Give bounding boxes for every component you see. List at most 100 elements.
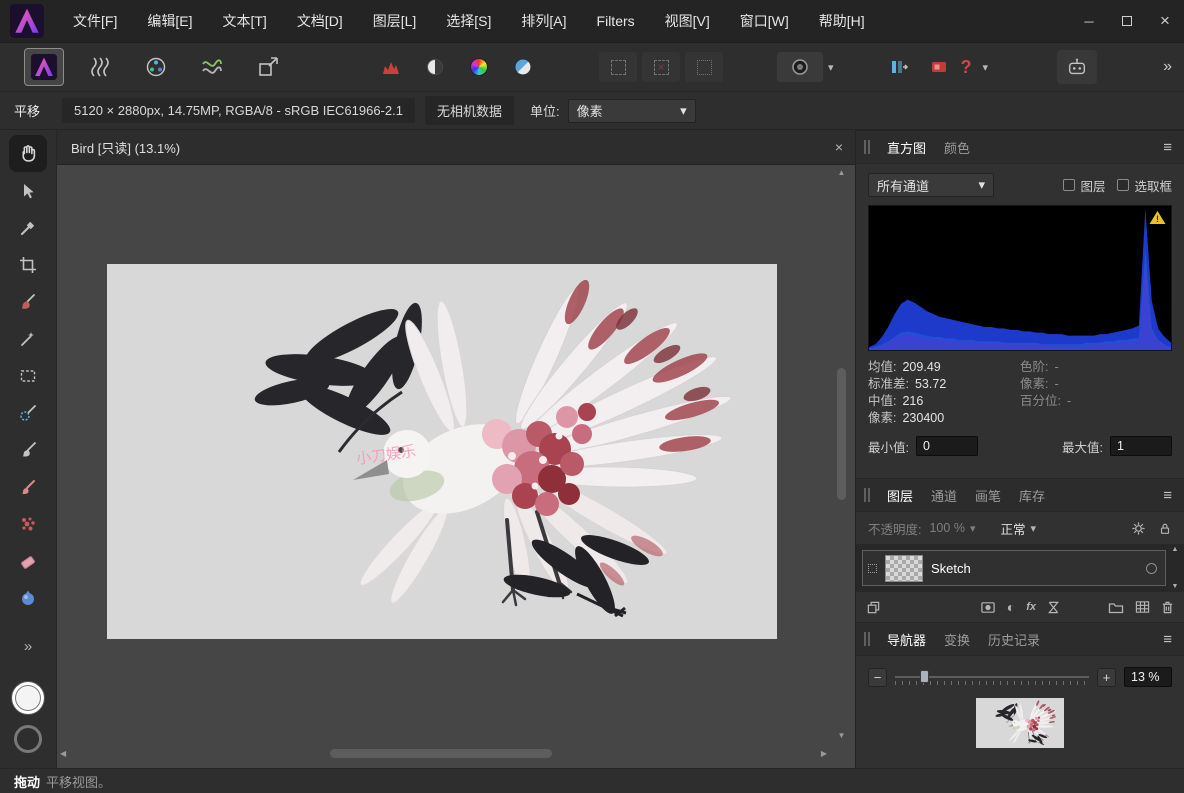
colour-replacement-tool[interactable]	[9, 468, 47, 505]
minimize-button[interactable]: ─	[1070, 0, 1108, 42]
assistant-manager-button[interactable]	[1057, 50, 1097, 84]
panel-menu-icon[interactable]: ≡	[1163, 139, 1172, 156]
close-button[interactable]: ×	[1146, 0, 1184, 42]
menu-filters[interactable]: Filters	[582, 0, 650, 42]
scroll-down-icon[interactable]: ▼	[834, 731, 849, 740]
group-layers-icon[interactable]	[1108, 600, 1124, 614]
paint-brush-tool[interactable]	[9, 431, 47, 468]
toolbar-overflow-button[interactable]: »	[1163, 58, 1172, 76]
delete-layer-icon[interactable]	[1161, 600, 1174, 615]
tab-layers[interactable]: 图层	[878, 486, 922, 505]
layer-thumbnail[interactable]	[885, 555, 923, 582]
tab-history[interactable]: 历史记录	[979, 630, 1049, 649]
tab-stock[interactable]: 库存	[1010, 486, 1054, 505]
layer-checkbox[interactable]	[1063, 179, 1075, 191]
liquify-persona-button[interactable]	[80, 48, 120, 86]
eraser-tool[interactable]	[9, 542, 47, 579]
assistant-button[interactable]: ?	[961, 57, 972, 78]
view-mode-chevron[interactable]: ▾	[823, 61, 839, 74]
maximize-button[interactable]	[1108, 0, 1146, 42]
gear-icon[interactable]	[1131, 521, 1146, 536]
document-tab[interactable]: Bird [只读] (13.1%) ×	[57, 130, 855, 165]
colour-selector[interactable]	[11, 681, 45, 715]
marquee-checkbox[interactable]	[1117, 179, 1129, 191]
menu-layer[interactable]: 图层[L]	[358, 0, 432, 42]
layer-row[interactable]: Sketch	[862, 550, 1166, 586]
max-input[interactable]	[1110, 436, 1172, 456]
document-close-icon[interactable]: ×	[835, 139, 843, 155]
zoom-in-button[interactable]: +	[1097, 668, 1116, 687]
channels-select[interactable]: 所有通道 ▾	[868, 173, 994, 197]
horizontal-scrollbar[interactable]: ◀ ▶	[60, 746, 827, 761]
auto-white-balance-button[interactable]	[503, 50, 543, 84]
zoom-slider-thumb[interactable]	[920, 670, 929, 683]
photo-persona-button[interactable]	[24, 48, 64, 86]
hand-tool[interactable]	[9, 135, 47, 172]
adjustment-layer-icon[interactable]: ◐	[1007, 600, 1015, 614]
crop-tool[interactable]	[9, 246, 47, 283]
panel-menu-icon[interactable]: ≡	[1163, 487, 1172, 504]
selection-new-button[interactable]	[599, 52, 637, 82]
tab-channels[interactable]: 通道	[922, 486, 966, 505]
vertical-scroll-thumb[interactable]	[837, 368, 846, 500]
units-select[interactable]: 像素 ▾	[568, 99, 696, 123]
zoom-slider[interactable]	[895, 669, 1089, 685]
tone-mapping-persona-button[interactable]	[192, 48, 232, 86]
menu-window[interactable]: 窗口[W]	[725, 0, 804, 42]
layer-visibility-toggle[interactable]	[1146, 563, 1157, 574]
export-persona-button[interactable]	[248, 48, 288, 86]
zoom-value-input[interactable]	[1124, 667, 1172, 687]
auto-contrast-button[interactable]	[415, 50, 455, 84]
horizontal-scroll-thumb[interactable]	[330, 749, 552, 758]
blend-mode-select[interactable]: 正常	[1000, 519, 1025, 538]
scroll-left-icon[interactable]: ◀	[60, 746, 66, 761]
tab-transform[interactable]: 变换	[935, 630, 979, 649]
scroll-down-icon[interactable]: ▼	[1172, 583, 1179, 590]
selection-subtract-button[interactable]: ×	[642, 52, 680, 82]
menu-document[interactable]: 文档[D]	[282, 0, 358, 42]
canvas-viewport[interactable]: 小刀娱乐 ▲ ▼ ◀ ▶	[57, 165, 855, 768]
view-mode-button[interactable]	[777, 52, 823, 82]
duplicate-layer-icon[interactable]	[866, 600, 881, 615]
navigator-thumbnail[interactable]	[976, 698, 1064, 748]
mask-layer-icon[interactable]	[980, 600, 996, 615]
move-tool[interactable]	[9, 172, 47, 209]
more-tools-button[interactable]: »	[24, 638, 32, 655]
blur-tool[interactable]	[9, 579, 47, 616]
layer-list-scrollbar[interactable]: ▲ ▼	[1169, 546, 1181, 590]
selection-intersect-button[interactable]	[685, 52, 723, 82]
flood-select-tool[interactable]	[9, 320, 47, 357]
scroll-up-icon[interactable]: ▲	[1172, 546, 1179, 553]
panel-menu-icon[interactable]: ≡	[1163, 631, 1172, 648]
layer-effects-icon[interactable]: fx	[1026, 601, 1036, 613]
tab-color[interactable]: 颜色	[935, 138, 979, 157]
lock-icon[interactable]	[1158, 521, 1172, 536]
tab-brushes[interactable]: 画笔	[966, 486, 1010, 505]
develop-persona-button[interactable]	[136, 48, 176, 86]
tab-histogram[interactable]: 直方图	[878, 138, 935, 157]
snapping-button[interactable]	[881, 48, 917, 86]
opacity-value[interactable]: 100 %	[929, 521, 964, 535]
blend-options-icon[interactable]	[1135, 600, 1150, 614]
menu-arrange[interactable]: 排列[A]	[506, 0, 581, 42]
healing-brush-tool[interactable]	[9, 283, 47, 320]
scroll-up-icon[interactable]: ▲	[834, 168, 849, 177]
menu-help[interactable]: 帮助[H]	[804, 0, 880, 42]
zoom-out-button[interactable]: −	[868, 668, 887, 687]
scroll-right-icon[interactable]: ▶	[821, 746, 827, 761]
live-filter-icon[interactable]	[1047, 600, 1060, 615]
menu-file[interactable]: 文件[F]	[58, 0, 132, 42]
menu-view[interactable]: 视图[V]	[650, 0, 725, 42]
auto-colors-button[interactable]	[459, 50, 499, 84]
marquee-tool[interactable]	[9, 357, 47, 394]
color-picker-tool[interactable]	[9, 209, 47, 246]
menu-text[interactable]: 文本[T]	[207, 0, 281, 42]
vertical-scrollbar[interactable]: ▲ ▼	[834, 168, 849, 740]
secondary-colour-selector[interactable]	[14, 725, 42, 753]
layer-name[interactable]: Sketch	[931, 561, 971, 576]
panel-grip-icon[interactable]	[856, 140, 878, 154]
pixel-preview-button[interactable]	[923, 48, 955, 86]
menu-select[interactable]: 选择[S]	[431, 0, 506, 42]
pixel-tool[interactable]	[9, 505, 47, 542]
panel-grip-icon[interactable]	[856, 632, 878, 646]
